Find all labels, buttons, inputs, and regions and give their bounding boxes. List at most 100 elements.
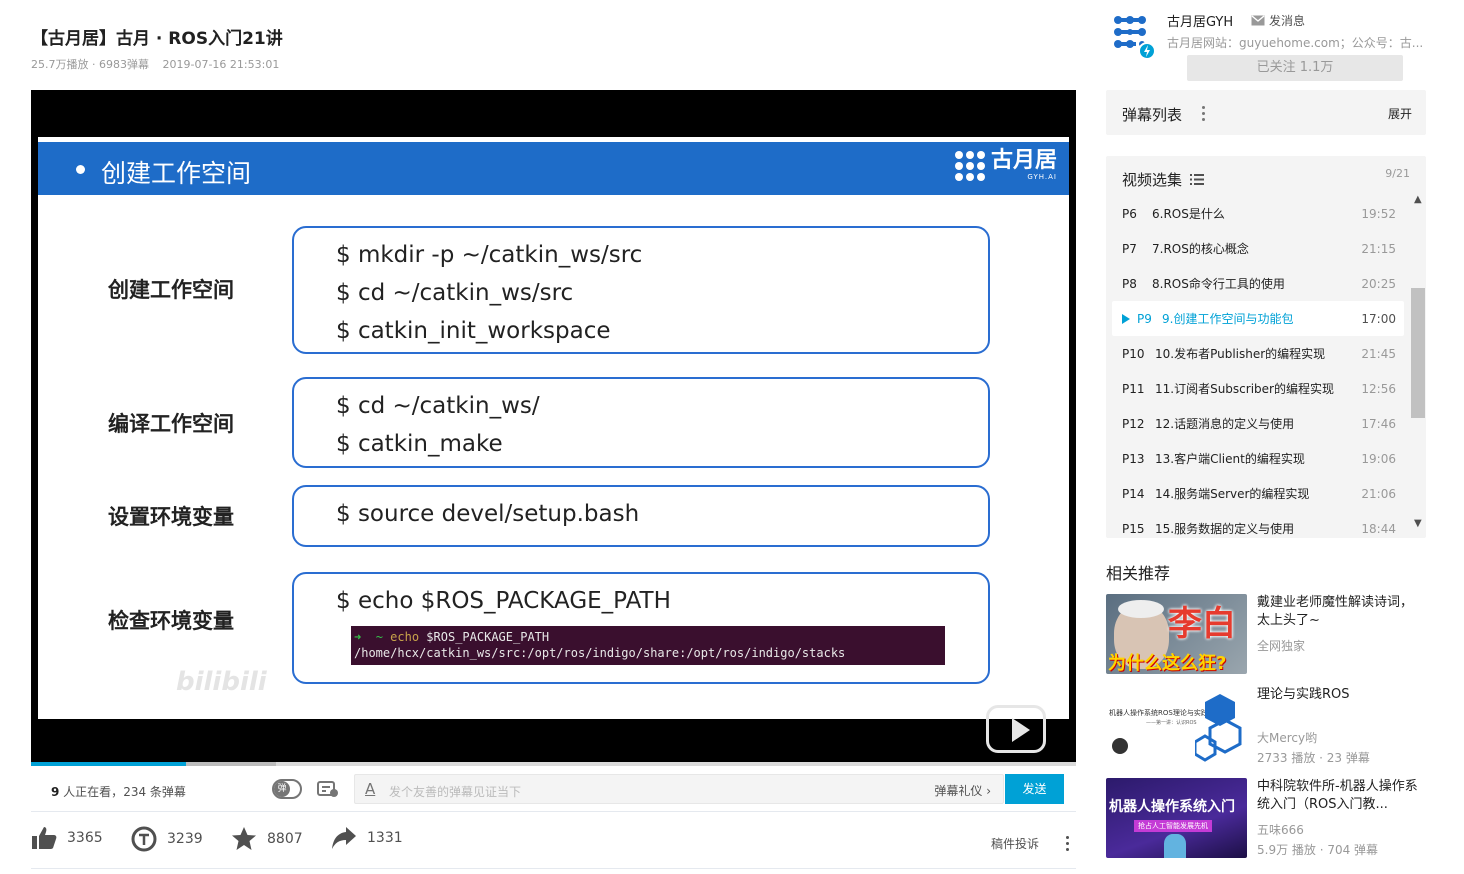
related-item[interactable]: 李白 为什么这么狂? 戴建业老师魔性解读诗词，太上头了~ 全网独家 [1106,594,1426,674]
danmaku-bar: 9 人正在看，234 条弹幕 弹 A 发个友善的弹幕见证当下 弹幕礼仪 › 发送 [31,766,1076,812]
terminal-snippet: ➜ ~ echo $ROS_PACKAGE_PATH /home/hcx/cat… [351,626,945,665]
thumbs-up-icon [32,827,57,849]
episode-duration: 12:56 [1361,381,1396,396]
row-label-build: 编译工作空间 [108,412,234,436]
favorite-count: 8807 [267,830,303,847]
like-button[interactable]: 3365 [31,826,103,850]
related-thumbnail[interactable]: 李白 为什么这么狂? [1106,594,1247,674]
message-label: 发消息 [1269,14,1306,28]
related-item[interactable]: 机器人操作系统ROS理论与实践 ——第一讲：认识ROS 理论与实践ROS 大Me… [1106,686,1426,766]
divider [31,868,1076,869]
row-label-check: 检查环境变量 [108,609,234,633]
thumb-subline: ——第一讲：认识ROS [1146,720,1197,726]
viewer-text: 人正在看， [59,785,124,799]
scroll-down-icon[interactable]: ▼ [1414,518,1422,529]
episode-item[interactable]: P7 7.ROS的核心概念 21:15 [1112,231,1404,266]
episode-name: 12.话题消息的定义与使用 [1155,417,1295,431]
share-button[interactable]: 1331 [331,826,403,850]
expand-button[interactable]: 展开 [1388,105,1412,122]
font-style-icon[interactable]: A [365,780,375,798]
coin-button[interactable]: 3239 [131,826,203,852]
episode-item[interactable]: P10 10.发布者Publisher的编程实现 21:45 [1112,336,1404,371]
episode-item[interactable]: P15 15.服务数据的定义与使用 18:44 [1112,511,1404,538]
related-item-author[interactable]: 大Mercy哟 [1257,729,1317,746]
related-item-title[interactable]: 戴建业老师魔性解读诗词，太上头了~ [1257,594,1425,630]
uploader-name[interactable]: 古月居GYH [1167,11,1233,30]
episode-number: P15 [1122,521,1145,536]
danmaku-etiquette-link[interactable]: 弹幕礼仪 › [934,782,991,799]
slide-frame: 创建工作空间 古月居 GYH.AI 创建工作空间 $ mkdir -p ~/cat… [38,137,1069,753]
message-button[interactable]: 发消息 [1251,12,1305,29]
episode-item[interactable]: P6 6.ROS是什么 19:52 [1112,196,1404,231]
play-icon[interactable] [986,705,1046,753]
related-item-author[interactable]: 五味666 [1257,821,1304,838]
episode-number: P8 [1122,276,1137,291]
terminal-output: /home/hcx/catkin_ws/src:/opt/ros/indigo/… [354,646,846,660]
follow-button[interactable]: 已关注 1.1万 [1187,55,1403,81]
uploader-avatar[interactable] [1110,14,1156,60]
related-item-stats: 5.9万 播放 · 704 弹幕 [1257,843,1379,857]
episode-item[interactable]: P8 8.ROS命令行工具的使用 20:25 [1112,266,1404,301]
command-line: $ mkdir -p ~/catkin_ws/src [336,242,643,268]
episode-number: P11 [1122,381,1145,396]
related-title: 相关推荐 [1106,564,1171,583]
episode-item[interactable]: P14 14.服务端Server的编程实现 21:06 [1112,476,1404,511]
danmaku-list-title: 弹幕列表 [1122,106,1183,124]
episode-duration: 17:46 [1361,416,1396,431]
episode-name: 15.服务数据的定义与使用 [1155,522,1295,536]
danmaku-input[interactable]: A 发个友善的弹幕见证当下 弹幕礼仪 › [354,774,1004,804]
episode-count: 9/21 [1385,167,1410,180]
episode-scrollbar[interactable]: ▲ ▼ [1411,194,1425,529]
episode-list-header: 视频选集 [1122,169,1205,190]
list-icon[interactable] [1190,174,1205,185]
episode-item[interactable]: P13 13.客户端Client的编程实现 19:06 [1112,441,1404,476]
danmaku-toggle-label: 弹 [274,781,290,797]
like-count: 3365 [67,830,103,846]
logo-text: 古月居 [990,148,1057,173]
video-title: 【古月居】古月 · ROS入门21讲 [31,29,283,49]
viewer-status: 9 人正在看，234 条弹幕 [51,783,186,800]
favorite-button[interactable]: 8807 [231,826,303,851]
episode-duration: 21:06 [1361,486,1396,501]
action-bar: 3365 3239 8807 1331 稿件投诉 [31,826,1076,860]
thumb-headline: 机器人操作系统ROS理论与实践 [1109,709,1208,717]
more-options-icon[interactable] [1066,836,1070,852]
video-player[interactable]: 创建工作空间 古月居 GYH.AI 创建工作空间 $ mkdir -p ~/cat… [31,90,1076,762]
send-button[interactable]: 发送 [1005,774,1064,804]
episode-name: 7.ROS的核心概念 [1152,242,1249,256]
related-item-author[interactable]: 全网独家 [1257,637,1305,654]
command-box-env: $ source devel/setup.bash [292,485,990,547]
report-link[interactable]: 稿件投诉 [991,835,1039,852]
thumb-headline: 机器人操作系统入门 [1109,799,1235,815]
episode-number: P6 [1122,206,1137,221]
related-thumbnail[interactable]: 机器人操作系统ROS理论与实践 ——第一讲：认识ROS [1106,686,1247,766]
row-label-create: 创建工作空间 [108,278,234,302]
share-count: 1331 [367,830,403,846]
hexagon-graphic-icon [1195,694,1242,762]
command-line: $ source devel/setup.bash [336,501,640,527]
danmaku-list-panel[interactable]: 弹幕列表 展开 [1106,90,1426,135]
related-thumbnail[interactable]: 机器人操作系统入门 抢占人工智能发展先机 [1106,778,1247,858]
related-item[interactable]: 机器人操作系统入门 抢占人工智能发展先机 中科院软件所-机器人操作系统入门（RO… [1106,778,1426,858]
episode-duration: 19:06 [1361,451,1396,466]
danmaku-settings-icon[interactable] [317,780,339,798]
danmaku-placeholder: 发个友善的弹幕见证当下 [389,785,522,799]
episode-name: 6.ROS是什么 [1152,207,1225,221]
episode-item-active[interactable]: P9 9.创建工作空间与功能包 17:00 [1112,301,1404,336]
star-icon [232,827,256,850]
command-line: $ cd ~/catkin_ws/ [336,393,540,419]
danmaku-toggle[interactable]: 弹 [272,779,302,799]
episode-name: 14.服务端Server的编程实现 [1155,487,1310,501]
main-column: 【古月居】古月 · ROS入门21讲 25.7万播放 · 6983弹幕 2019… [0,0,1090,874]
episode-item[interactable]: P12 12.话题消息的定义与使用 17:46 [1112,406,1404,441]
episode-duration: 18:44 [1361,521,1396,536]
more-vertical-icon[interactable] [1202,106,1205,124]
danmaku-text: 条弹幕 [146,785,186,799]
episode-number: P10 [1122,346,1145,361]
command-box-build: $ cd ~/catkin_ws/ $ catkin_make [292,377,990,468]
scrollbar-thumb[interactable] [1411,288,1425,418]
scroll-up-icon[interactable]: ▲ [1414,194,1422,205]
related-item-title[interactable]: 理论与实践ROS [1257,686,1425,704]
related-item-title[interactable]: 中科院软件所-机器人操作系统入门（ROS入门教... [1257,778,1425,814]
episode-item[interactable]: P11 11.订阅者Subscriber的编程实现 12:56 [1112,371,1404,406]
